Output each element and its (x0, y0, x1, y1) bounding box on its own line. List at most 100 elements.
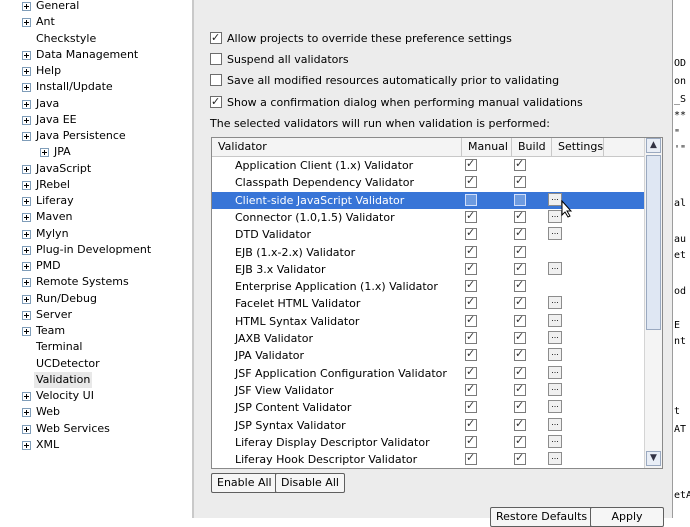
scroll-thumb[interactable] (646, 155, 661, 330)
table-row[interactable]: DTD Validator... (212, 226, 644, 243)
expand-icon[interactable] (22, 50, 31, 60)
validator-settings-button[interactable]: ... (548, 434, 562, 448)
validator-settings-button[interactable]: ... (548, 382, 562, 396)
build-checkbox[interactable] (514, 399, 526, 414)
expand-icon[interactable] (22, 164, 31, 174)
build-checkbox[interactable] (514, 174, 526, 189)
build-checkbox[interactable] (514, 382, 526, 396)
expand-icon[interactable] (22, 197, 31, 206)
build-checkbox[interactable] (514, 434, 526, 448)
manual-checkbox[interactable] (465, 330, 477, 344)
build-checkbox[interactable] (514, 193, 526, 206)
validator-settings-button[interactable]: ... (548, 331, 562, 344)
restore-defaults-button[interactable]: Restore Defaults (490, 507, 594, 527)
validator-settings-button[interactable]: ... (548, 296, 562, 310)
expand-icon[interactable] (22, 229, 31, 239)
apply-button[interactable]: Apply (590, 507, 664, 527)
manual-checkbox[interactable] (465, 261, 477, 275)
build-checkbox[interactable] (514, 347, 526, 362)
build-checkbox[interactable] (514, 157, 526, 171)
tree-item-jrebel[interactable]: JRebel (0, 177, 190, 193)
table-row[interactable]: EJB (1.x-2.x) Validator (212, 244, 644, 261)
tree-item-ant[interactable]: Ant (0, 14, 190, 30)
tree-item-general[interactable]: General (0, 0, 190, 14)
table-row[interactable]: HTML Syntax Validator... (212, 313, 644, 330)
manual-checkbox[interactable] (465, 295, 477, 310)
tree-item-mylyn[interactable]: Mylyn (0, 226, 190, 242)
table-vertical-scrollbar[interactable]: ▲ ▼ (644, 138, 662, 468)
expand-icon[interactable] (22, 310, 31, 320)
expand-icon[interactable] (22, 132, 31, 141)
expand-icon[interactable] (22, 424, 31, 434)
tree-item-server[interactable]: Server (0, 307, 190, 323)
validator-settings-button[interactable]: ... (548, 192, 562, 206)
table-row[interactable]: EJB 3.x Validator... (212, 261, 644, 278)
tree-item-install-update[interactable]: Install/Update (0, 79, 190, 95)
table-row[interactable]: JSF View Validator... (212, 382, 644, 399)
expand-icon[interactable] (22, 18, 31, 28)
build-checkbox[interactable] (514, 295, 526, 310)
table-row[interactable]: Facelet HTML Validator... (212, 295, 644, 312)
table-row[interactable]: JSP Content Validator... (212, 399, 644, 416)
manual-checkbox[interactable] (465, 382, 477, 396)
option-checkbox[interactable] (210, 53, 222, 65)
manual-checkbox[interactable] (465, 347, 477, 362)
expand-icon[interactable] (22, 408, 31, 418)
validator-settings-button[interactable]: ... (548, 365, 562, 379)
build-checkbox[interactable] (514, 451, 526, 466)
build-checkbox[interactable] (514, 313, 526, 327)
table-row[interactable]: Liferay Hook Descriptor Validator... (212, 451, 644, 468)
tree-item-team[interactable]: Team (0, 323, 190, 339)
tree-item-jpa[interactable]: JPA (0, 144, 190, 160)
manual-checkbox[interactable] (465, 226, 477, 241)
build-checkbox[interactable] (514, 417, 526, 431)
tree-item-plug-in-development[interactable]: Plug-in Development (0, 242, 190, 258)
tree-item-java[interactable]: Java (0, 96, 190, 112)
table-row[interactable]: Application Client (1.x) Validator (212, 157, 644, 174)
expand-icon[interactable] (22, 392, 31, 401)
validator-settings-button[interactable]: ... (548, 452, 562, 466)
build-checkbox[interactable] (514, 365, 526, 379)
scroll-down-arrow-icon[interactable]: ▼ (646, 451, 661, 466)
validator-settings-button[interactable]: ... (548, 417, 562, 431)
table-row[interactable]: Liferay Display Descriptor Validator... (212, 434, 644, 451)
manual-checkbox[interactable] (465, 209, 477, 223)
manual-checkbox[interactable] (465, 174, 477, 189)
tree-item-web[interactable]: Web (0, 404, 190, 420)
build-checkbox[interactable] (514, 209, 526, 223)
expand-icon[interactable] (22, 327, 31, 336)
tree-item-checkstyle[interactable]: Checkstyle (0, 31, 190, 47)
validator-settings-button[interactable]: ... (548, 313, 562, 327)
expand-icon[interactable] (22, 245, 31, 255)
column-header-validator[interactable]: Validator (212, 138, 462, 156)
tree-item-velocity-ui[interactable]: Velocity UI (0, 388, 190, 404)
expand-icon[interactable] (22, 180, 31, 190)
option-checkbox[interactable] (210, 94, 222, 110)
column-header-manual[interactable]: Manual (462, 138, 512, 156)
manual-checkbox[interactable] (465, 157, 477, 171)
tree-item-remote-systems[interactable]: Remote Systems (0, 274, 190, 290)
manual-checkbox[interactable] (465, 244, 477, 258)
validator-settings-button[interactable]: ... (548, 227, 562, 241)
expand-icon[interactable] (40, 148, 49, 158)
table-row[interactable]: Connector (1.0,1.5) Validator... (212, 209, 644, 226)
build-checkbox[interactable] (514, 244, 526, 258)
column-header-settings[interactable]: Settings (552, 138, 604, 156)
table-row[interactable]: Enterprise Application (1.x) Validator (212, 278, 644, 295)
validator-settings-button[interactable]: ... (548, 261, 562, 275)
manual-checkbox[interactable] (465, 451, 477, 466)
manual-checkbox[interactable] (465, 399, 477, 414)
manual-checkbox[interactable] (465, 365, 477, 379)
tree-item-help[interactable]: Help (0, 63, 190, 79)
disable-all-button[interactable]: Disable All (275, 473, 345, 493)
tree-item-maven[interactable]: Maven (0, 209, 190, 225)
manual-checkbox[interactable] (465, 193, 477, 206)
expand-icon[interactable] (22, 294, 31, 304)
manual-checkbox[interactable] (465, 434, 477, 448)
expand-icon[interactable] (22, 83, 31, 93)
tree-item-terminal[interactable]: Terminal (0, 339, 190, 355)
manual-checkbox[interactable] (465, 313, 477, 327)
validator-settings-button[interactable]: ... (548, 400, 562, 414)
table-row[interactable]: Classpath Dependency Validator (212, 174, 644, 191)
option-checkbox[interactable] (210, 30, 222, 46)
